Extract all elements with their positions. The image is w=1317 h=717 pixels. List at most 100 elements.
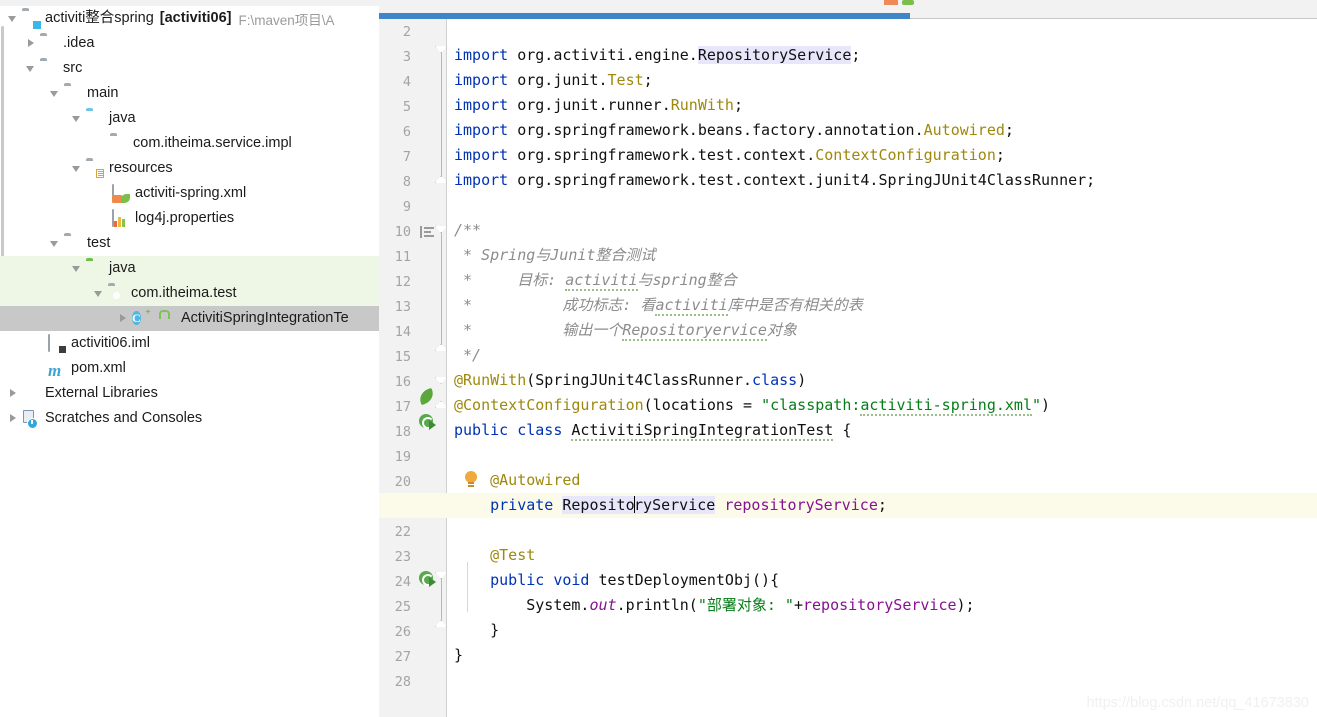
- code-line-20[interactable]: @Autowired: [447, 468, 1317, 493]
- code-line-16[interactable]: @RunWith(SpringJUnit4ClassRunner.class): [447, 368, 1317, 393]
- code-line-4[interactable]: import org.junit.Test;: [447, 68, 1317, 93]
- code-line-13[interactable]: * 成功标志: 看activiti库中是否有相关的表: [447, 293, 1317, 318]
- tree-row-resources-folder[interactable]: resources: [0, 156, 379, 181]
- chevron-down-icon[interactable]: [70, 106, 86, 131]
- properties-file-icon: [112, 208, 130, 228]
- tree-row-scratches-and-consoles[interactable]: Scratches and Consoles: [0, 406, 379, 431]
- code-text-area[interactable]: package com.itheima.test; import org.act…: [379, 0, 1317, 717]
- tree-row-file-pom-xml[interactable]: m pom.xml: [0, 356, 379, 381]
- folder-source-icon: [86, 110, 104, 128]
- tree-label-main-folder: main: [87, 85, 119, 101]
- chevron-right-icon[interactable]: [6, 406, 22, 431]
- tree-label-project-root: activiti整合spring: [45, 10, 154, 26]
- code-line-2[interactable]: [447, 18, 1317, 43]
- code-line-14[interactable]: * 输出一个Repositoryervice对象: [447, 318, 1317, 343]
- tree-label-scratches-and-consoles: Scratches and Consoles: [45, 410, 203, 426]
- code-line-21[interactable]: private RepositoryService repositoryServ…: [379, 493, 1317, 518]
- chevron-down-icon[interactable]: [70, 256, 86, 281]
- fold-end-method-icon[interactable]: [435, 620, 447, 627]
- code-line-12[interactable]: * 目标: activiti与spring整合: [447, 268, 1317, 293]
- chevron-down-icon[interactable]: [92, 281, 108, 306]
- tree-label-file-pom-xml: pom.xml: [71, 360, 126, 376]
- code-line-3[interactable]: import org.activiti.engine.RepositorySer…: [447, 43, 1317, 68]
- chevron-down-icon[interactable]: [6, 6, 22, 31]
- idea-window: activiti整合spring [activiti06] F:\maven项目…: [0, 0, 1317, 717]
- code-line-11[interactable]: * Spring与Junit整合测试: [447, 243, 1317, 268]
- tree-label-external-libraries: External Libraries: [45, 385, 158, 401]
- tree-label-resources-folder: resources: [109, 160, 173, 176]
- code-line-18[interactable]: public class ActivitiSpringIntegrationTe…: [447, 418, 1317, 443]
- run-test-method-icon[interactable]: [419, 571, 436, 587]
- tree-row-java-main-folder[interactable]: java: [0, 106, 379, 131]
- active-tab-underline: [379, 13, 910, 19]
- code-line-7[interactable]: import org.springframework.test.context.…: [447, 143, 1317, 168]
- tree-row-package-itheima-test[interactable]: com.itheima.test: [0, 281, 379, 306]
- tree-label-file-activiti-spring-xml: activiti-spring.xml: [135, 185, 247, 201]
- run-test-class-icon[interactable]: [419, 414, 436, 430]
- tree-row-class-activiti-spring-integration-test[interactable]: C ActivitiSpringIntegrationTe: [0, 306, 379, 331]
- tree-row-package-service-impl[interactable]: com.itheima.service.impl: [0, 131, 379, 156]
- code-line-9[interactable]: [447, 193, 1317, 218]
- code-folding-column[interactable]: [435, 0, 447, 717]
- chevron-right-icon[interactable]: [6, 381, 22, 406]
- code-line-19[interactable]: [447, 443, 1317, 468]
- spring-xml-file-icon: [112, 183, 130, 203]
- chevron-down-icon[interactable]: [48, 81, 64, 106]
- spring-leaf-icon[interactable]: [417, 387, 436, 406]
- code-line-8[interactable]: import org.springframework.test.context.…: [447, 168, 1317, 193]
- chevron-down-icon[interactable]: [70, 156, 86, 181]
- fold-collapse-method-icon[interactable]: [435, 572, 447, 579]
- fold-region-line: [440, 578, 442, 626]
- fold-end-annotation-icon[interactable]: [435, 401, 447, 408]
- code-line-17[interactable]: @ContextConfiguration(locations = "class…: [447, 393, 1317, 418]
- inspection-ok-marker-icon: [902, 0, 914, 5]
- libraries-icon: [22, 385, 40, 403]
- tree-row-file-activiti06-iml[interactable]: activiti06.iml: [0, 331, 379, 356]
- code-line-24[interactable]: public void testDeploymentObj(){: [447, 568, 1317, 593]
- tree-label-src-folder: src: [63, 60, 83, 76]
- java-class-icon: C: [132, 308, 151, 328]
- fold-end-imports-icon[interactable]: [435, 176, 447, 183]
- folder-test-source-icon: [86, 260, 104, 278]
- tree-row-java-test-folder[interactable]: java: [0, 256, 379, 281]
- code-line-22[interactable]: [447, 518, 1317, 543]
- code-line-5[interactable]: import org.junit.runner.RunWith;: [447, 93, 1317, 118]
- code-line-15[interactable]: */: [447, 343, 1317, 368]
- tree-row-project-root[interactable]: activiti整合spring [activiti06] F:\maven项目…: [0, 6, 379, 31]
- fold-region-line: [440, 232, 442, 350]
- tree-label-package-service-impl: com.itheima.service.impl: [133, 135, 292, 151]
- tree-label-java-test-folder: java: [109, 260, 136, 276]
- chevron-down-icon[interactable]: [24, 56, 40, 81]
- tree-row-file-log4j-properties[interactable]: log4j.properties: [0, 206, 379, 231]
- tree-row-external-libraries[interactable]: External Libraries: [0, 381, 379, 406]
- tree-row-main-folder[interactable]: main: [0, 81, 379, 106]
- scratches-icon: [22, 409, 40, 429]
- project-tree: activiti整合spring [activiti06] F:\maven项目…: [0, 6, 379, 431]
- maven-icon: m: [48, 360, 62, 380]
- chevron-right-icon[interactable]: [24, 31, 40, 56]
- folder-icon: [40, 35, 58, 53]
- tree-row-file-activiti-spring-xml[interactable]: activiti-spring.xml: [0, 181, 379, 206]
- indent-guide-icon[interactable]: [420, 226, 434, 238]
- code-line-25[interactable]: System.out.println("部署对象: "+repositorySe…: [447, 593, 1317, 618]
- code-line-27[interactable]: }: [447, 643, 1317, 668]
- tree-label-project-path: F:\maven项目\A: [238, 12, 335, 28]
- code-line-10[interactable]: /**: [447, 218, 1317, 243]
- tree-row-test-folder[interactable]: test: [0, 231, 379, 256]
- code-line-23[interactable]: @Test: [447, 543, 1317, 568]
- tree-row-idea-folder[interactable]: .idea: [0, 31, 379, 56]
- code-line-6[interactable]: import org.springframework.beans.factory…: [447, 118, 1317, 143]
- fold-end-javadoc-icon[interactable]: [435, 344, 447, 351]
- code-line-26[interactable]: }: [447, 618, 1317, 643]
- folder-icon: [64, 235, 82, 253]
- code-editor[interactable]: 1 2 3 4 5 6 7 8 9 10 11 12 13 14 15 16 1…: [379, 0, 1317, 717]
- tree-row-src-folder[interactable]: src: [0, 56, 379, 81]
- code-line-28[interactable]: [447, 668, 1317, 693]
- chevron-down-icon[interactable]: [48, 231, 64, 256]
- fold-collapse-annotation-icon[interactable]: [435, 377, 447, 384]
- folder-icon: [40, 60, 58, 78]
- chevron-right-icon[interactable]: [116, 306, 132, 331]
- fold-collapse-javadoc-icon[interactable]: [435, 226, 447, 233]
- public-lock-icon: [155, 310, 173, 328]
- fold-collapse-imports-icon[interactable]: [435, 46, 447, 53]
